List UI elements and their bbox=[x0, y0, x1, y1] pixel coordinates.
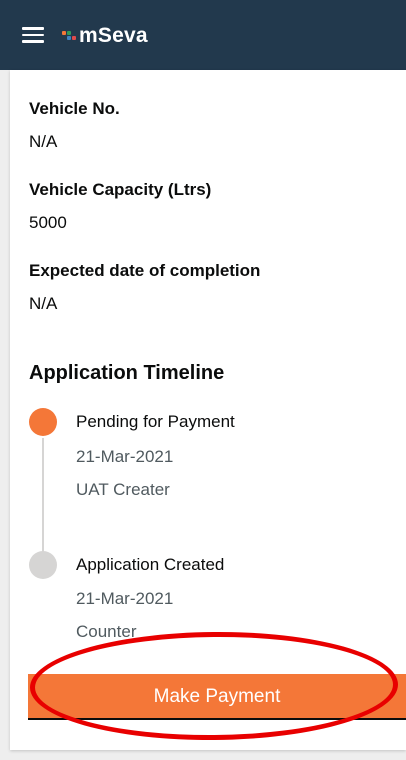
expected-date-label: Expected date of completion bbox=[29, 261, 261, 280]
app-name: mSeva bbox=[79, 24, 148, 47]
timeline-step-actor: Counter bbox=[76, 622, 137, 641]
application-details-card: Vehicle No. N/A Vehicle Capacity (Ltrs) … bbox=[10, 70, 406, 750]
vehicle-no-value: N/A bbox=[29, 132, 58, 151]
timeline-inactive-dot-icon bbox=[29, 551, 57, 579]
make-payment-button[interactable]: Make Payment bbox=[28, 674, 406, 720]
app-logo: mSeva bbox=[62, 22, 148, 50]
vehicle-no-label: Vehicle No. bbox=[29, 99, 120, 118]
mseva-logo-icon bbox=[62, 29, 76, 43]
expected-date-value: N/A bbox=[29, 294, 58, 313]
vehicle-capacity-label: Vehicle Capacity (Ltrs) bbox=[29, 180, 212, 199]
timeline-step-actor: UAT Creater bbox=[76, 480, 170, 499]
timeline-step-status: Application Created bbox=[76, 555, 225, 574]
hamburger-menu-icon[interactable] bbox=[22, 27, 44, 43]
timeline-step-date: 21-Mar-2021 bbox=[76, 589, 174, 608]
application-timeline-title: Application Timeline bbox=[29, 362, 225, 384]
timeline-step-status: Pending for Payment bbox=[76, 412, 235, 431]
timeline-active-dot-icon bbox=[29, 408, 57, 436]
top-app-bar: mSeva bbox=[0, 0, 406, 70]
vehicle-capacity-value: 5000 bbox=[29, 213, 67, 232]
timeline-step-date: 21-Mar-2021 bbox=[76, 447, 174, 466]
